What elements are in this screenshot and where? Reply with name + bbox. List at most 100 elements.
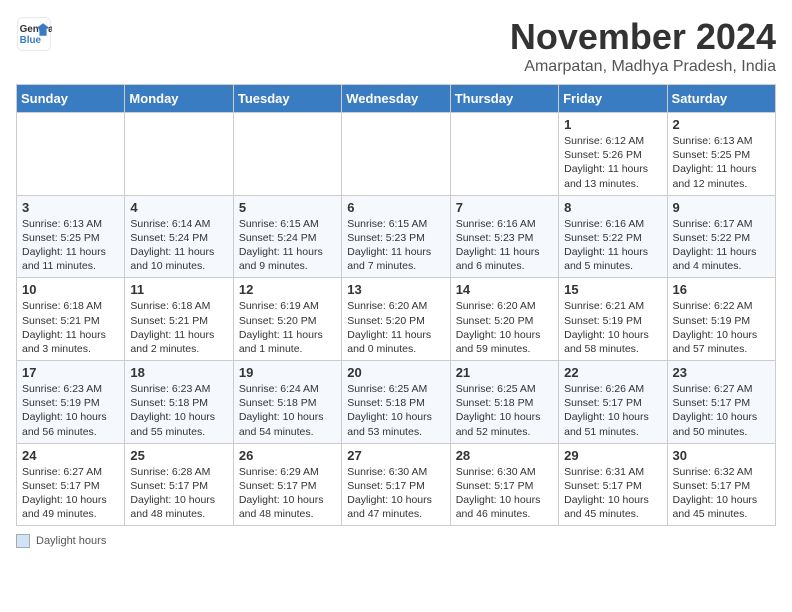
day-info: Sunrise: 6:16 AM Sunset: 5:22 PM Dayligh… <box>564 217 661 274</box>
day-number: 29 <box>564 448 661 463</box>
day-number: 9 <box>673 200 770 215</box>
day-number: 13 <box>347 282 444 297</box>
svg-text:Blue: Blue <box>20 35 42 46</box>
day-info: Sunrise: 6:24 AM Sunset: 5:18 PM Dayligh… <box>239 382 336 439</box>
calendar-table: SundayMondayTuesdayWednesdayThursdayFrid… <box>16 84 776 526</box>
day-info: Sunrise: 6:27 AM Sunset: 5:17 PM Dayligh… <box>673 382 770 439</box>
calendar-week-5: 24Sunrise: 6:27 AM Sunset: 5:17 PM Dayli… <box>17 443 776 526</box>
calendar-cell: 8 Sunrise: 6:16 AM Sunset: 5:22 PM Daylig… <box>559 195 667 278</box>
calendar-cell: 25 Sunrise: 6:28 AM Sunset: 5:17 PM Dayli… <box>125 443 233 526</box>
page-header: General Blue November 2024 Amarpatan, Ma… <box>16 16 776 76</box>
calendar-cell: 17Sunrise: 6:23 AM Sunset: 5:19 PM Dayli… <box>17 361 125 444</box>
weekday-header-monday: Monday <box>125 85 233 113</box>
day-number: 25 <box>130 448 227 463</box>
day-number: 14 <box>456 282 553 297</box>
calendar-cell: 9Sunrise: 6:17 AM Sunset: 5:22 PM Daylig… <box>667 195 775 278</box>
day-info: Sunrise: 6:25 AM Sunset: 5:18 PM Dayligh… <box>456 382 553 439</box>
day-number: 1 <box>564 117 661 132</box>
calendar-cell: 11 Sunrise: 6:18 AM Sunset: 5:21 PM Dayli… <box>125 278 233 361</box>
weekday-header-sunday: Sunday <box>17 85 125 113</box>
day-number: 5 <box>239 200 336 215</box>
calendar-week-4: 17Sunrise: 6:23 AM Sunset: 5:19 PM Dayli… <box>17 361 776 444</box>
weekday-header-saturday: Saturday <box>667 85 775 113</box>
day-info: Sunrise: 6:23 AM Sunset: 5:19 PM Dayligh… <box>22 382 119 439</box>
day-number: 30 <box>673 448 770 463</box>
logo-icon: General Blue <box>16 16 52 52</box>
day-info: Sunrise: 6:22 AM Sunset: 5:19 PM Dayligh… <box>673 299 770 356</box>
calendar-week-2: 3Sunrise: 6:13 AM Sunset: 5:25 PM Daylig… <box>17 195 776 278</box>
legend-label: Daylight hours <box>36 535 106 547</box>
day-info: Sunrise: 6:18 AM Sunset: 5:21 PM Dayligh… <box>22 299 119 356</box>
day-number: 2 <box>673 117 770 132</box>
calendar-cell: 16Sunrise: 6:22 AM Sunset: 5:19 PM Dayli… <box>667 278 775 361</box>
weekday-header-friday: Friday <box>559 85 667 113</box>
calendar-cell: 1 Sunrise: 6:12 AM Sunset: 5:26 PM Daylig… <box>559 113 667 196</box>
title-block: November 2024 Amarpatan, Madhya Pradesh,… <box>510 16 776 76</box>
day-number: 8 <box>564 200 661 215</box>
calendar-cell: 20 Sunrise: 6:25 AM Sunset: 5:18 PM Dayli… <box>342 361 450 444</box>
calendar-cell: 18Sunrise: 6:23 AM Sunset: 5:18 PM Dayli… <box>125 361 233 444</box>
calendar-cell: 26 Sunrise: 6:29 AM Sunset: 5:17 PM Dayli… <box>233 443 341 526</box>
day-info: Sunrise: 6:29 AM Sunset: 5:17 PM Dayligh… <box>239 465 336 522</box>
day-number: 7 <box>456 200 553 215</box>
calendar-cell: 21 Sunrise: 6:25 AM Sunset: 5:18 PM Dayli… <box>450 361 558 444</box>
legend: Daylight hours <box>16 534 776 548</box>
calendar-cell: 13 Sunrise: 6:20 AM Sunset: 5:20 PM Dayli… <box>342 278 450 361</box>
calendar-cell: 22Sunrise: 6:26 AM Sunset: 5:17 PM Dayli… <box>559 361 667 444</box>
calendar-title: November 2024 <box>510 16 776 58</box>
calendar-cell: 24Sunrise: 6:27 AM Sunset: 5:17 PM Dayli… <box>17 443 125 526</box>
day-info: Sunrise: 6:31 AM Sunset: 5:17 PM Dayligh… <box>564 465 661 522</box>
calendar-cell: 23 Sunrise: 6:27 AM Sunset: 5:17 PM Dayli… <box>667 361 775 444</box>
day-info: Sunrise: 6:18 AM Sunset: 5:21 PM Dayligh… <box>130 299 227 356</box>
day-number: 19 <box>239 365 336 380</box>
day-number: 6 <box>347 200 444 215</box>
day-number: 22 <box>564 365 661 380</box>
weekday-header-tuesday: Tuesday <box>233 85 341 113</box>
calendar-cell <box>125 113 233 196</box>
day-info: Sunrise: 6:25 AM Sunset: 5:18 PM Dayligh… <box>347 382 444 439</box>
day-number: 23 <box>673 365 770 380</box>
day-info: Sunrise: 6:21 AM Sunset: 5:19 PM Dayligh… <box>564 299 661 356</box>
day-number: 21 <box>456 365 553 380</box>
day-info: Sunrise: 6:27 AM Sunset: 5:17 PM Dayligh… <box>22 465 119 522</box>
calendar-cell: 29 Sunrise: 6:31 AM Sunset: 5:17 PM Dayli… <box>559 443 667 526</box>
day-info: Sunrise: 6:23 AM Sunset: 5:18 PM Dayligh… <box>130 382 227 439</box>
day-info: Sunrise: 6:15 AM Sunset: 5:23 PM Dayligh… <box>347 217 444 274</box>
calendar-cell: 6 Sunrise: 6:15 AM Sunset: 5:23 PM Daylig… <box>342 195 450 278</box>
day-info: Sunrise: 6:13 AM Sunset: 5:25 PM Dayligh… <box>22 217 119 274</box>
day-info: Sunrise: 6:20 AM Sunset: 5:20 PM Dayligh… <box>456 299 553 356</box>
legend-swatch <box>16 534 30 548</box>
svg-text:General: General <box>20 24 52 35</box>
day-number: 12 <box>239 282 336 297</box>
day-info: Sunrise: 6:20 AM Sunset: 5:20 PM Dayligh… <box>347 299 444 356</box>
day-info: Sunrise: 6:30 AM Sunset: 5:17 PM Dayligh… <box>456 465 553 522</box>
calendar-cell: 27 Sunrise: 6:30 AM Sunset: 5:17 PM Dayli… <box>342 443 450 526</box>
day-number: 20 <box>347 365 444 380</box>
logo: General Blue <box>16 16 52 52</box>
day-info: Sunrise: 6:12 AM Sunset: 5:26 PM Dayligh… <box>564 134 661 191</box>
calendar-cell: 4Sunrise: 6:14 AM Sunset: 5:24 PM Daylig… <box>125 195 233 278</box>
day-info: Sunrise: 6:14 AM Sunset: 5:24 PM Dayligh… <box>130 217 227 274</box>
calendar-cell: 14 Sunrise: 6:20 AM Sunset: 5:20 PM Dayli… <box>450 278 558 361</box>
day-info: Sunrise: 6:28 AM Sunset: 5:17 PM Dayligh… <box>130 465 227 522</box>
calendar-cell: 2Sunrise: 6:13 AM Sunset: 5:25 PM Daylig… <box>667 113 775 196</box>
calendar-cell <box>342 113 450 196</box>
calendar-week-1: 1 Sunrise: 6:12 AM Sunset: 5:26 PM Daylig… <box>17 113 776 196</box>
day-info: Sunrise: 6:30 AM Sunset: 5:17 PM Dayligh… <box>347 465 444 522</box>
calendar-cell: 10 Sunrise: 6:18 AM Sunset: 5:21 PM Dayli… <box>17 278 125 361</box>
calendar-cell: 30 Sunrise: 6:32 AM Sunset: 5:17 PM Dayli… <box>667 443 775 526</box>
day-number: 11 <box>130 282 227 297</box>
calendar-cell: 7Sunrise: 6:16 AM Sunset: 5:23 PM Daylig… <box>450 195 558 278</box>
day-number: 10 <box>22 282 119 297</box>
day-number: 15 <box>564 282 661 297</box>
weekday-header-wednesday: Wednesday <box>342 85 450 113</box>
day-info: Sunrise: 6:15 AM Sunset: 5:24 PM Dayligh… <box>239 217 336 274</box>
calendar-week-3: 10 Sunrise: 6:18 AM Sunset: 5:21 PM Dayli… <box>17 278 776 361</box>
day-number: 26 <box>239 448 336 463</box>
calendar-cell: 12 Sunrise: 6:19 AM Sunset: 5:20 PM Dayli… <box>233 278 341 361</box>
calendar-cell <box>450 113 558 196</box>
day-info: Sunrise: 6:32 AM Sunset: 5:17 PM Dayligh… <box>673 465 770 522</box>
day-info: Sunrise: 6:19 AM Sunset: 5:20 PM Dayligh… <box>239 299 336 356</box>
calendar-subtitle: Amarpatan, Madhya Pradesh, India <box>510 58 776 76</box>
day-number: 27 <box>347 448 444 463</box>
